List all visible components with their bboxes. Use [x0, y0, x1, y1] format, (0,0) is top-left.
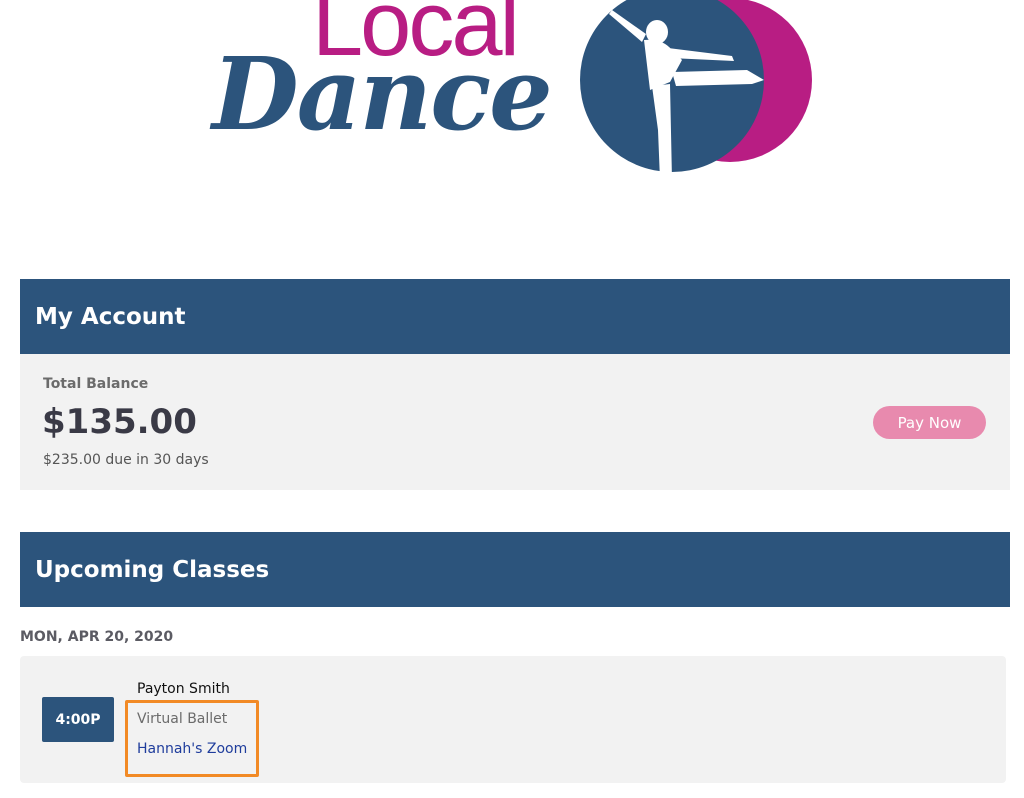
classes-title: Upcoming Classes: [35, 556, 270, 583]
pay-now-button[interactable]: Pay Now: [873, 406, 986, 439]
account-panel: Total Balance $135.00 $235.00 due in 30 …: [20, 354, 1010, 490]
class-date: MON, APR 20, 2020: [20, 629, 174, 645]
balance-label: Total Balance: [43, 376, 149, 392]
dancer-logo-icon: [580, 0, 812, 180]
logo: Local Dance: [200, 0, 840, 190]
student-name: Payton Smith: [137, 681, 230, 697]
class-name: Virtual Ballet: [137, 711, 228, 727]
zoom-link[interactable]: Hannah's Zoom: [137, 741, 247, 757]
account-header: My Account: [20, 279, 1010, 354]
classes-header: Upcoming Classes: [20, 532, 1010, 607]
class-time-badge: 4:00P: [42, 697, 114, 742]
balance-amount: $135.00: [42, 402, 197, 442]
account-title: My Account: [35, 303, 186, 330]
class-card: 4:00P Payton Smith Virtual Ballet Hannah…: [20, 656, 1006, 783]
due-text: $235.00 due in 30 days: [43, 452, 209, 468]
logo-text-dance: Dance: [212, 35, 553, 153]
